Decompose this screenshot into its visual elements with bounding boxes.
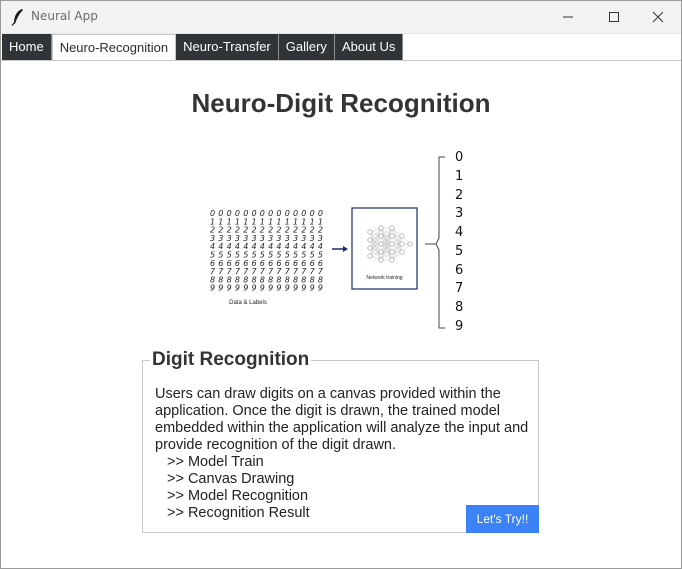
tab-about-us[interactable]: About Us [334, 34, 404, 60]
svg-text:9: 9 [318, 284, 323, 293]
title-bar: Neural App [1, 1, 681, 34]
maximize-button[interactable] [591, 1, 637, 33]
panel-legend: Digit Recognition [150, 349, 312, 371]
svg-text:9: 9 [310, 284, 315, 293]
network-caption: Network training [366, 275, 402, 281]
svg-text:9: 9 [285, 284, 290, 293]
output-digit-label: 5 [455, 244, 464, 259]
svg-text:9: 9 [293, 284, 298, 293]
tab-gallery[interactable]: Gallery [278, 34, 335, 60]
step-item: >> Model Train [167, 454, 264, 470]
page-title: Neuro-Digit Recognition [191, 88, 491, 118]
output-digit-label: 0 [455, 150, 464, 165]
svg-text:9: 9 [218, 284, 223, 293]
output-digit-label: 4 [455, 225, 464, 240]
output-digit-label: 2 [455, 188, 464, 203]
tab-neuro-transfer[interactable]: Neuro-Transfer [176, 34, 279, 60]
tab-home[interactable]: Home [2, 34, 52, 60]
svg-text:9: 9 [276, 284, 281, 293]
maximize-icon [609, 12, 619, 22]
digit-samples-grid: 0 0 0 0 0 0 0 0 0 0 0 0 0 01 1 1 1 1 1 1 1 1 1 1 1 1 12 2 2 2 2 2 2 2 2 2 2 2… [210, 209, 324, 293]
svg-text:9: 9 [301, 284, 306, 293]
close-icon [652, 11, 664, 23]
recognition-diagram: 0 0 0 0 0 0 0 0 0 0 0 0 0 01 1 1 1 1 1 1 1 1 1 1 1 1 12 2 2 2 2 2 2 2 2 2 2 2… [210, 156, 445, 329]
step-item: >> Model Recognition [167, 488, 309, 504]
tab-neuro-recognition[interactable]: Neuro-Recognition [51, 34, 177, 60]
feather-icon [11, 9, 23, 26]
svg-text:9: 9 [252, 284, 257, 293]
close-button[interactable] [635, 1, 681, 33]
svg-text:9: 9 [243, 284, 248, 293]
step-item: >> Recognition Result [167, 505, 310, 521]
output-digit-label: 9 [455, 319, 464, 334]
svg-text:9: 9 [268, 284, 273, 293]
window-title: Neural App [31, 9, 98, 23]
output-digit-label: 1 [455, 169, 464, 184]
data-caption: Data & Labels [229, 300, 267, 306]
svg-text:9: 9 [210, 284, 215, 293]
step-item: >> Canvas Drawing [167, 471, 295, 487]
arrow-icon [332, 246, 348, 252]
minimize-button[interactable] [545, 1, 591, 33]
output-digit-label: 3 [455, 206, 464, 221]
output-digit-label: 8 [455, 300, 464, 315]
tab-divider [1, 60, 681, 61]
feature-steps: >> Model Train >> Canvas Drawing >> Mode… [167, 454, 310, 522]
svg-text:9: 9 [227, 284, 232, 293]
panel-description: Users can draw digits on a canvas provid… [155, 386, 529, 453]
output-brace [425, 156, 445, 329]
svg-text:9: 9 [260, 284, 265, 293]
svg-text:9: 9 [235, 284, 240, 293]
output-digit-label: 6 [455, 263, 464, 278]
tab-bar: Home Neuro-Recognition Neuro-Transfer Ga… [2, 34, 404, 60]
output-digit-label: 7 [455, 281, 464, 296]
minimize-icon [563, 16, 573, 18]
lets-try-button[interactable]: Let's Try!! [466, 505, 539, 533]
